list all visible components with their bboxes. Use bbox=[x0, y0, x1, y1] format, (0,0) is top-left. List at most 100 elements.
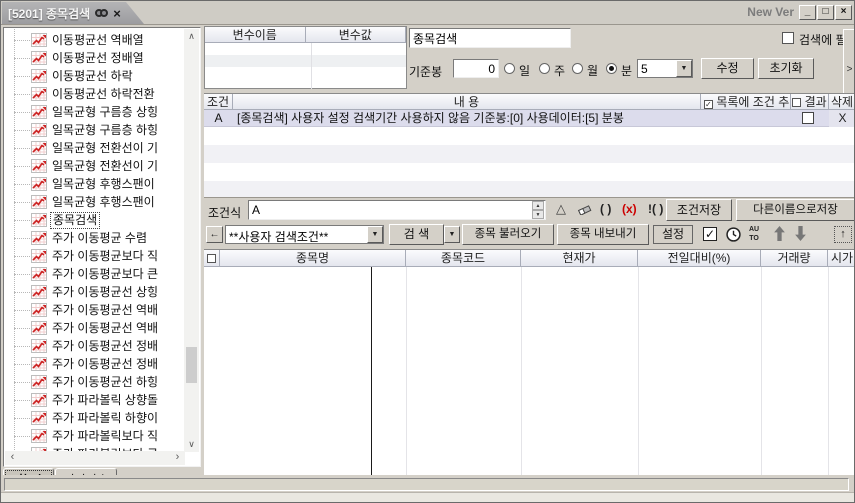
column-header-current-price[interactable]: 현재가 bbox=[521, 250, 638, 267]
min-period-checkbox[interactable] bbox=[782, 32, 794, 44]
maximize-button[interactable]: □ bbox=[817, 5, 834, 20]
check-all-icon[interactable]: ✓ bbox=[703, 227, 717, 241]
modify-button[interactable]: 수정 bbox=[701, 58, 754, 79]
column-divider bbox=[521, 267, 522, 485]
search-button[interactable]: 검 색 bbox=[389, 224, 444, 245]
tree-item[interactable]: 일목균형 전환선이 기 bbox=[5, 139, 160, 157]
close-button[interactable]: × bbox=[835, 5, 852, 20]
base-bar-input[interactable] bbox=[453, 59, 499, 78]
tree-item[interactable]: 일목균형 구름층 하힝 bbox=[5, 121, 160, 139]
checked-checkbox-icon[interactable]: ✓ bbox=[704, 100, 713, 109]
parentheses-icon[interactable]: ( ) bbox=[600, 202, 611, 216]
spin-up-icon[interactable]: ▲ bbox=[532, 201, 544, 210]
tree-item[interactable]: 주가 이동평균 수렴 bbox=[5, 229, 149, 247]
tree-item[interactable]: 주가 이동평균보다 큰 bbox=[5, 265, 160, 283]
save-condition-button[interactable]: 조건저장 bbox=[666, 199, 732, 221]
tree-item[interactable]: 주가 이동평균선 상힝 bbox=[5, 283, 160, 301]
column-header-change-pct[interactable]: 전일대비(%) bbox=[638, 250, 761, 267]
select-all-header[interactable] bbox=[204, 250, 220, 267]
remove-parentheses-icon[interactable]: (x) bbox=[622, 202, 637, 216]
save-as-button[interactable]: 다른이름으로저장 bbox=[736, 199, 855, 221]
condition-tree: 이동평균선 역배열 이동평균선 정배열 이동평균선 하락 이동평균선 하락전환 … bbox=[5, 29, 185, 452]
auto-toggle[interactable]: AUTO bbox=[749, 225, 759, 243]
tree-item[interactable]: 일목균형 후행스팬이 bbox=[5, 175, 157, 193]
scrollbar-thumb[interactable] bbox=[186, 347, 197, 383]
column-divider bbox=[828, 267, 829, 485]
tree-item[interactable]: 이동평균선 하락 bbox=[5, 67, 135, 85]
column-header-var-value[interactable]: 변수값 bbox=[306, 27, 407, 43]
tree-item[interactable]: 주가 이동평균선 정배 bbox=[5, 337, 160, 355]
window-tab[interactable]: [5201] 종목검색 × bbox=[2, 2, 144, 24]
dock-up-icon[interactable]: ↑ bbox=[834, 226, 852, 243]
column-header-stock-name[interactable]: 종목명 bbox=[220, 250, 406, 267]
search-options-icon[interactable]: ▼ bbox=[444, 226, 460, 243]
load-stocks-button[interactable]: 종목 불러오기 bbox=[462, 224, 554, 245]
triangle-icon[interactable]: △ bbox=[556, 201, 566, 217]
eraser-icon[interactable] bbox=[577, 204, 592, 215]
chart-icon bbox=[31, 195, 47, 209]
tree-item[interactable]: 일목균형 구름층 상힝 bbox=[5, 103, 160, 121]
radio-day-label[interactable]: 일 bbox=[519, 62, 530, 79]
tab-close-icon[interactable]: × bbox=[113, 7, 121, 20]
delete-condition-button[interactable]: X bbox=[829, 110, 855, 127]
tree-vertical-scrollbar[interactable]: ∧ ∨ bbox=[184, 29, 199, 452]
tree-item[interactable]: 주가 이동평균선 역배 bbox=[5, 319, 160, 337]
tree-horizontal-scrollbar[interactable]: ‹ › bbox=[5, 451, 185, 465]
export-stocks-button[interactable]: 종목 내보내기 bbox=[557, 224, 649, 245]
move-up-icon[interactable] bbox=[773, 226, 786, 241]
radio-month[interactable] bbox=[572, 63, 583, 74]
column-header-volume[interactable]: 거래량 bbox=[761, 250, 828, 267]
preset-condition-dropdown[interactable]: **사용자 검색조건** bbox=[225, 225, 384, 244]
tree-item[interactable]: 이동평균선 정배열 bbox=[5, 49, 146, 67]
not-parentheses-icon[interactable]: !( ) bbox=[648, 202, 663, 216]
condition-grid: 조건 내 용 ✓ 목록에 조건 추가 결과 삭제 A [종목검색] 사용자 설정… bbox=[204, 93, 855, 197]
scroll-right-icon[interactable]: › bbox=[170, 451, 185, 465]
column-header-result[interactable]: 결과 bbox=[791, 94, 829, 110]
column-header-open-price[interactable]: 시가 bbox=[828, 250, 855, 267]
minimize-button[interactable]: _ bbox=[799, 5, 816, 20]
chart-icon bbox=[31, 105, 47, 119]
tree-item-selected[interactable]: 종목검색 bbox=[5, 211, 100, 229]
expression-spinner[interactable]: ▲ ▼ bbox=[532, 201, 544, 219]
column-divider bbox=[761, 267, 762, 485]
tree-item[interactable]: 주가 파라볼릭 상향돌 bbox=[5, 391, 160, 409]
clock-icon[interactable] bbox=[726, 227, 741, 242]
radio-minute[interactable] bbox=[606, 63, 617, 74]
tree-item[interactable]: 일목균형 전환선이 기 bbox=[5, 157, 160, 175]
radio-week[interactable] bbox=[539, 63, 550, 74]
page-title: [5201] 종목검색 bbox=[8, 5, 90, 22]
unchecked-checkbox-icon[interactable] bbox=[207, 254, 216, 263]
tree-item[interactable]: 일목균형 후행스팬이 bbox=[5, 193, 157, 211]
scroll-down-icon[interactable]: ∨ bbox=[184, 437, 199, 452]
radio-week-label[interactable]: 주 bbox=[554, 62, 565, 79]
tree-item[interactable]: 이동평균선 역배열 bbox=[5, 31, 146, 49]
column-header-stock-code[interactable]: 종목코드 bbox=[406, 250, 521, 267]
empty-row bbox=[204, 163, 855, 181]
chevron-down-icon[interactable]: ▼ bbox=[367, 226, 383, 243]
scroll-left-icon[interactable]: ‹ bbox=[5, 451, 20, 465]
search-name-input[interactable] bbox=[409, 28, 571, 48]
unchecked-checkbox-icon[interactable] bbox=[792, 98, 801, 107]
tree-item[interactable]: 주가 이동평균보다 직 bbox=[5, 247, 160, 265]
radio-month-label[interactable]: 월 bbox=[587, 62, 598, 79]
result-checkbox[interactable] bbox=[802, 112, 814, 124]
settings-button[interactable]: 설정 bbox=[653, 225, 693, 244]
move-down-icon[interactable] bbox=[794, 226, 807, 241]
column-header-add-to-list[interactable]: ✓ 목록에 조건 추가 bbox=[701, 94, 791, 110]
tree-item[interactable]: 주가 이동평균선 역배 bbox=[5, 301, 160, 319]
dock-left-icon[interactable]: ← bbox=[206, 226, 223, 243]
tree-item[interactable]: 주가 파라볼릭보다 직 bbox=[5, 427, 160, 445]
radio-day[interactable] bbox=[504, 63, 515, 74]
tree-item[interactable]: 주가 이동평균선 정배 bbox=[5, 355, 160, 373]
column-header-var-name[interactable]: 변수이름 bbox=[205, 27, 306, 43]
tree-item[interactable]: 이동평균선 하락전환 bbox=[5, 85, 157, 103]
reset-button[interactable]: 초기화 bbox=[758, 58, 814, 79]
scroll-up-icon[interactable]: ∧ bbox=[184, 29, 199, 44]
spin-down-icon[interactable]: ▼ bbox=[532, 210, 544, 219]
expression-input[interactable] bbox=[248, 200, 546, 220]
condition-row[interactable]: A [종목검색] 사용자 설정 검색기간 사용하지 않음 기준봉:[0] 사용데… bbox=[204, 110, 855, 127]
tree-item[interactable]: 주가 파라볼릭 하향이 bbox=[5, 409, 160, 427]
tree-item[interactable]: 주가 이동평균선 하힝 bbox=[5, 373, 160, 391]
radio-minute-label[interactable]: 분 bbox=[621, 62, 632, 79]
chevron-down-icon[interactable]: ▼ bbox=[676, 60, 692, 77]
